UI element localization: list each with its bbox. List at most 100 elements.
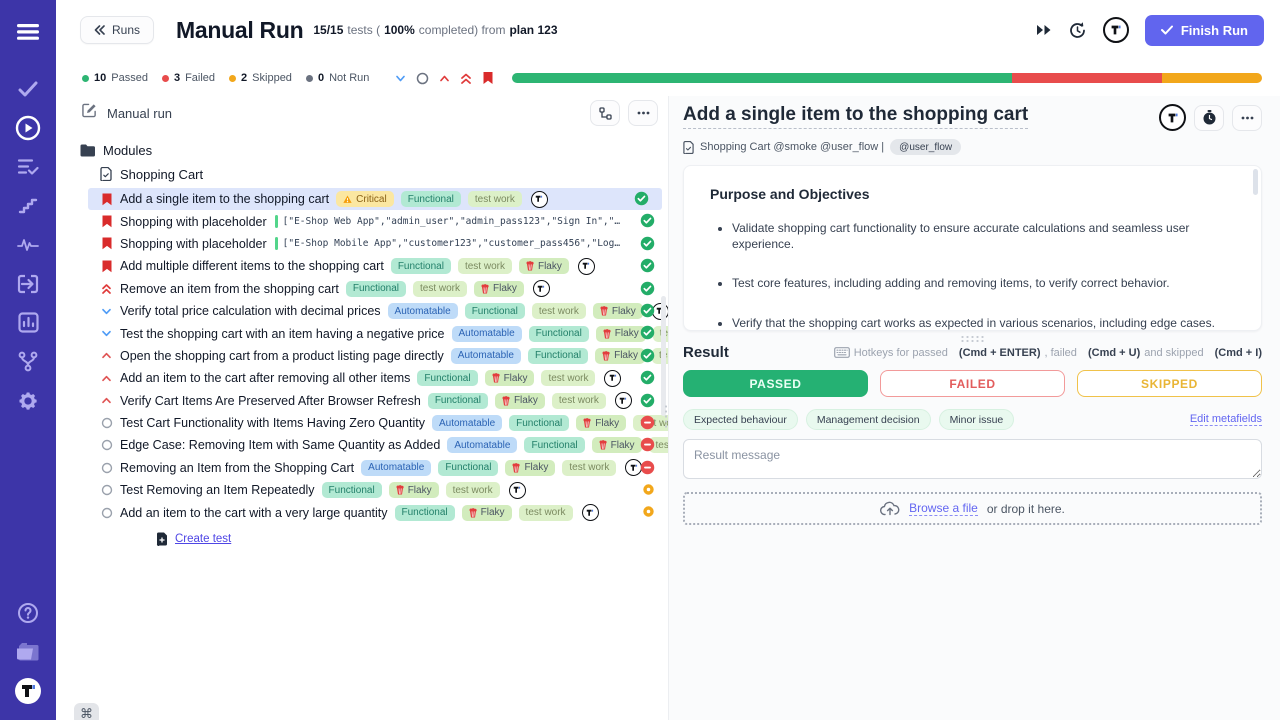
result-message-input[interactable] <box>683 439 1262 479</box>
priority-low-icon[interactable] <box>395 73 406 84</box>
more-options-button[interactable] <box>628 100 658 126</box>
test-title: Test the shopping cart with an item havi… <box>120 327 445 341</box>
assignee-avatar[interactable] <box>1159 104 1186 131</box>
test-row[interactable]: Add a single item to the shopping cartCr… <box>88 188 662 210</box>
circle-marker-icon <box>101 507 113 519</box>
badge-flaky: Flaky <box>595 348 645 364</box>
test-title: Remove an item from the shopping cart <box>120 282 339 296</box>
test-row[interactable]: Removing an Item from the Shopping CartA… <box>56 457 668 479</box>
skipped-status-icon <box>642 505 655 518</box>
menu-icon[interactable] <box>8 12 48 51</box>
retry-timer-icon[interactable] <box>1068 21 1087 40</box>
run-progress-bar <box>512 73 1262 83</box>
failed-status-icon <box>640 460 655 475</box>
test-row[interactable]: Add multiple different items to the shop… <box>56 255 668 277</box>
summary-count: 2Skipped <box>229 72 292 84</box>
test-row[interactable]: Remove an item from the shopping cart Fun… <box>56 278 668 300</box>
priority-highest-icon[interactable] <box>460 72 472 85</box>
test-title[interactable]: Add a single item to the shopping cart <box>683 104 1028 129</box>
edit-run-icon[interactable] <box>82 103 97 123</box>
popcorn-icon <box>603 329 611 339</box>
priority-normal-icon[interactable] <box>416 72 429 85</box>
passed-status-icon <box>640 258 655 273</box>
hotkeys-hint: Hotkeys for passed (Cmd + ENTER) , faile… <box>834 347 1262 359</box>
import-icon[interactable] <box>8 264 48 303</box>
badge-auto: Automatable <box>452 326 522 342</box>
list-scrollbar[interactable] <box>661 296 666 416</box>
failed-button[interactable]: FAILED <box>880 370 1065 397</box>
settings-gear-icon[interactable] <box>8 381 48 420</box>
description-resize-handle[interactable] <box>960 335 986 342</box>
modules-folder[interactable]: Modules <box>56 138 668 162</box>
badge-flaky: Flaky <box>592 437 642 453</box>
timer-button[interactable] <box>1194 105 1224 131</box>
badge-func: Functional <box>346 281 406 297</box>
test-row[interactable]: Edge Case: Removing Item with Same Quant… <box>56 434 668 456</box>
popcorn-icon <box>599 440 607 450</box>
user-avatar[interactable] <box>1103 17 1129 43</box>
tag-pill[interactable]: @user_flow <box>890 139 961 155</box>
pulse-icon[interactable] <box>8 225 48 264</box>
double-chevron-left-icon <box>94 25 105 35</box>
circle-marker-icon <box>101 484 113 496</box>
steps-icon[interactable] <box>8 186 48 225</box>
flag-marker-icon <box>101 215 113 228</box>
failed-status-icon <box>640 437 655 452</box>
badge-flaky: Flaky <box>462 505 512 521</box>
badge-work: test work <box>541 370 595 386</box>
file-icon <box>100 167 112 181</box>
edit-metafields-link[interactable]: Edit metafields <box>1190 413 1262 426</box>
metafield-pill[interactable]: Minor issue <box>939 409 1015 430</box>
test-title: Shopping with placeholder <box>120 215 267 229</box>
detail-more-button[interactable] <box>1232 105 1262 131</box>
check-icon[interactable] <box>8 69 48 108</box>
help-icon[interactable] <box>8 593 48 632</box>
test-row[interactable]: Shopping with placeholder["E-Shop Mobile… <box>56 233 668 255</box>
checklist-icon[interactable] <box>8 147 48 186</box>
assignee-avatar-icon <box>629 463 639 473</box>
create-test-link[interactable]: Create test <box>175 533 231 545</box>
test-detail-panel: Add a single item to the shopping cart S… <box>668 96 1280 720</box>
top-bar: Runs Manual Run 15/15tests (100%complete… <box>56 0 1280 60</box>
test-row[interactable]: Test the shopping cart with an item havi… <box>56 322 668 344</box>
browse-file-link[interactable]: Browse a file <box>909 501 978 516</box>
assignee-avatar <box>604 370 621 387</box>
priority-flag-icon[interactable] <box>482 71 494 85</box>
test-row[interactable]: Test Removing an Item RepeatedlyFunction… <box>56 479 668 501</box>
progress-segment <box>1012 73 1162 83</box>
test-title: Test Removing an Item Repeatedly <box>120 483 315 497</box>
branch-icon[interactable] <box>8 342 48 381</box>
folder-icon <box>80 144 95 157</box>
test-row[interactable]: Verify Cart Items Are Preserved After Br… <box>56 390 668 412</box>
description-scrollbar[interactable] <box>1253 169 1258 195</box>
description-bullet: Test core features, including adding and… <box>732 275 1235 291</box>
test-row[interactable]: Open the shopping cart from a product li… <box>56 345 668 367</box>
play-circle-icon[interactable] <box>8 108 48 147</box>
chevron-up-icon <box>101 373 112 384</box>
test-row[interactable]: Add an item to the cart with a very larg… <box>56 501 668 523</box>
create-test-button[interactable]: Create test <box>56 526 668 552</box>
command-shortcut-badge[interactable]: ⌘ <box>74 703 99 720</box>
metafield-pill[interactable]: Expected behaviour <box>683 409 798 430</box>
docs-folder-icon[interactable] <box>8 632 48 671</box>
finish-run-button[interactable]: Finish Run <box>1145 15 1264 46</box>
file-dropzone[interactable]: Browse a file or drop it here. <box>683 492 1262 525</box>
tree-view-button[interactable] <box>590 100 620 126</box>
analytics-icon[interactable] <box>8 303 48 342</box>
back-to-runs-button[interactable]: Runs <box>80 16 154 44</box>
skipped-button[interactable]: SKIPPED <box>1077 370 1262 397</box>
module-shopping-cart[interactable]: Shopping Cart <box>56 162 668 186</box>
priority-high-icon[interactable] <box>439 73 450 84</box>
passed-button[interactable]: PASSED <box>683 370 868 397</box>
skip-forward-icon[interactable] <box>1036 24 1052 36</box>
test-example-data: ["E-Shop Web App","admin_user","admin_pa… <box>275 215 623 228</box>
test-row[interactable]: Test Cart Functionality with Items Havin… <box>56 412 668 434</box>
progress-segment <box>512 73 1012 83</box>
metafield-pill[interactable]: Management decision <box>806 409 931 430</box>
app-sidebar <box>0 0 56 720</box>
logo-avatar[interactable] <box>8 671 48 710</box>
keyboard-icon <box>834 347 850 358</box>
test-row[interactable]: Verify total price calculation with deci… <box>56 300 668 322</box>
test-row[interactable]: Shopping with placeholder ["E-Shop Web Ap… <box>56 210 668 232</box>
test-row[interactable]: Add an item to the cart after removing a… <box>56 367 668 389</box>
